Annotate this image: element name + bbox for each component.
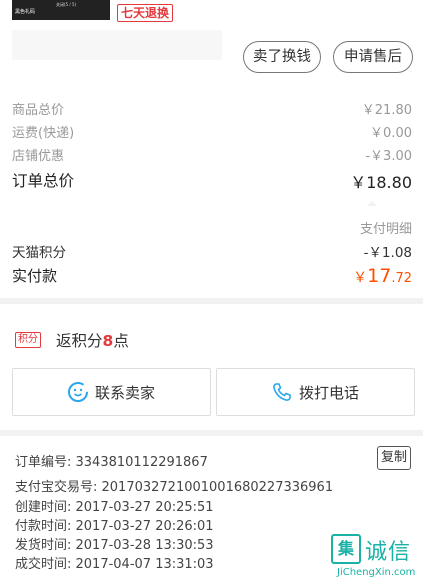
shipping-value: ￥0.00 bbox=[370, 126, 412, 141]
watermark: 集 诚信 JiChengXin.com bbox=[331, 534, 423, 580]
discount-label: 店铺优惠 bbox=[12, 149, 65, 164]
call-phone-button[interactable]: 拨打电话 bbox=[216, 368, 415, 416]
shipping-label: 运费(快递) bbox=[12, 126, 75, 141]
copy-button[interactable]: 复制 bbox=[377, 446, 411, 470]
points-badge: 积分 bbox=[15, 332, 41, 348]
thumbnail-subtext: 关闭(5 / 5) bbox=[56, 2, 77, 7]
goods-total-value: ￥21.80 bbox=[361, 103, 412, 118]
discount-value: -￥3.00 bbox=[365, 149, 412, 164]
thumbnail-text: 黑色礼码 bbox=[15, 9, 36, 15]
goods-total-label: 商品总价 bbox=[12, 103, 65, 118]
created-time: 创建时间: 2017-03-27 20:25:51 bbox=[15, 500, 214, 515]
product-strip: 黑色礼码 关闭(5 / 5) 七天退换 卖了换钱 申请售后 bbox=[0, 0, 423, 88]
action-buttons: 联系卖家 拨打电话 bbox=[0, 360, 423, 430]
points-suffix: 点 bbox=[113, 332, 129, 350]
shipped-time: 发货时间: 2017-03-28 13:30:53 bbox=[15, 538, 214, 553]
call-phone-label: 拨打电话 bbox=[299, 384, 360, 402]
paid-label: 实付款 bbox=[12, 267, 58, 285]
completed-time: 成交时间: 2017-04-07 13:31:03 bbox=[15, 557, 214, 572]
order-total-label: 订单总价 bbox=[12, 172, 75, 190]
paid-integer: 17 bbox=[367, 265, 392, 287]
after-sale-button[interactable]: 申请售后 bbox=[333, 41, 413, 73]
order-number: 订单编号: 3343810112291867 bbox=[15, 455, 208, 470]
phone-icon bbox=[273, 383, 291, 401]
price-summary: 商品总价 ￥21.80 运费(快递) ￥0.00 店铺优惠 -￥3.00 订单总… bbox=[0, 88, 423, 207]
points-amount: 8 bbox=[102, 332, 114, 350]
sell-button[interactable]: 卖了换钱 bbox=[243, 41, 321, 73]
seven-day-return-badge: 七天退换 bbox=[117, 4, 174, 22]
product-thumbnail[interactable]: 黑色礼码 关闭(5 / 5) bbox=[12, 0, 110, 20]
watermark-logo: 集 bbox=[331, 534, 361, 564]
points-text: 返积分8点 bbox=[56, 329, 129, 351]
tmall-points-label: 天猫积分 bbox=[12, 245, 66, 261]
blurred-product-info bbox=[12, 30, 222, 60]
watermark-chinese: 诚信 bbox=[365, 540, 412, 565]
tmall-points-value: -￥1.08 bbox=[363, 245, 412, 261]
payment-detail: 支付明细 天猫积分 -￥1.08 实付款 ￥17.72 bbox=[0, 206, 423, 298]
paid-value: ￥17.72 bbox=[353, 265, 412, 287]
order-total-value: ￥18.80 bbox=[350, 173, 412, 192]
paid-currency: ￥ bbox=[353, 270, 368, 286]
paid-time: 付款时间: 2017-03-27 20:26:01 bbox=[15, 519, 214, 534]
chat-smile-icon bbox=[68, 382, 88, 402]
alipay-number: 支付宝交易号: 2017032721001001680227336961 bbox=[15, 480, 334, 495]
watermark-url: JiChengXin.com bbox=[337, 567, 416, 578]
contact-seller-label: 联系卖家 bbox=[95, 384, 156, 402]
paid-decimal: .72 bbox=[391, 271, 412, 286]
contact-seller-button[interactable]: 联系卖家 bbox=[12, 368, 211, 416]
payment-detail-link[interactable]: 支付明细 bbox=[360, 218, 412, 237]
points-section: 积分 返积分8点 bbox=[0, 304, 423, 360]
points-prefix: 返积分 bbox=[56, 332, 103, 350]
